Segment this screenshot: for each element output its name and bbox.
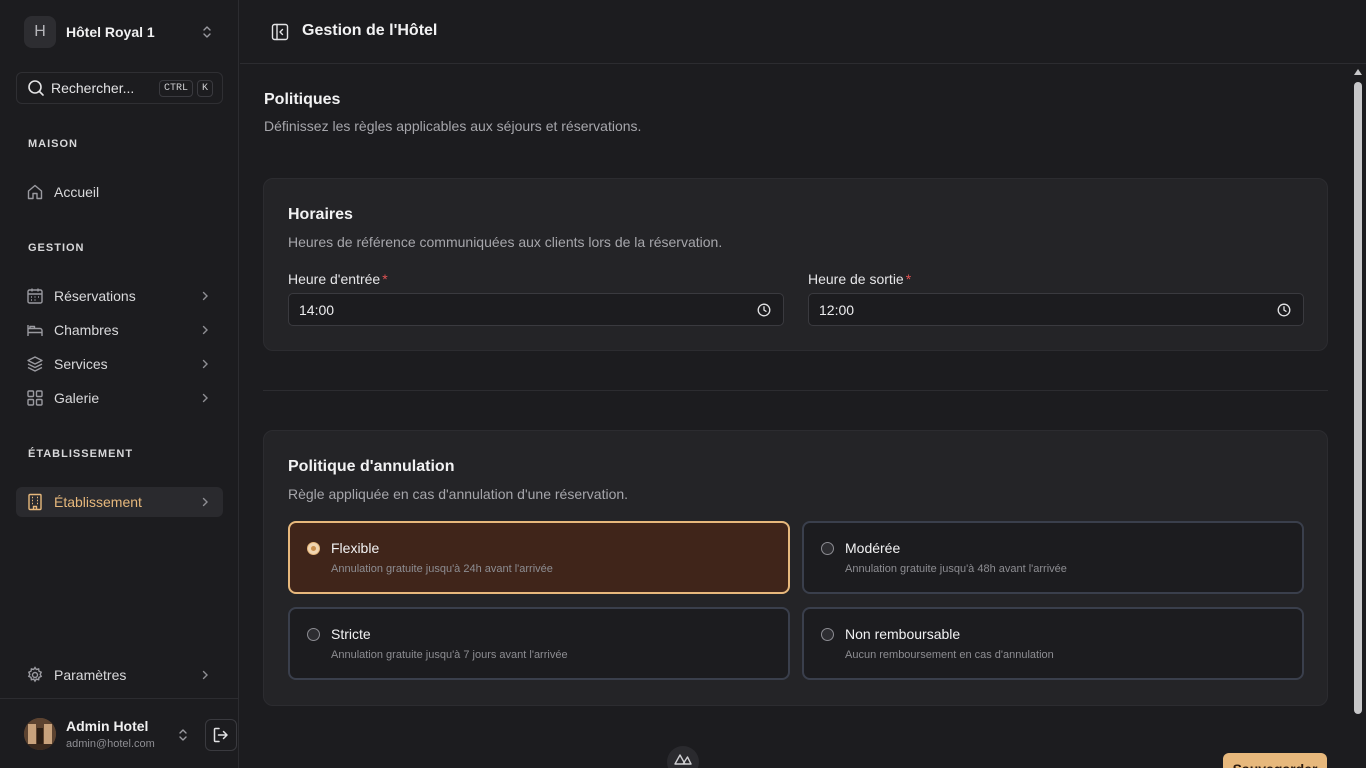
clock-icon[interactable] [757, 303, 771, 317]
user-name: Admin Hotel [66, 718, 149, 734]
clock-icon[interactable] [1277, 303, 1291, 317]
section-title-management: GESTION [28, 242, 85, 254]
search-button[interactable]: Rechercher... CTRL K [16, 72, 223, 104]
option-title: Stricte [331, 626, 371, 642]
sidebar-item-settings[interactable]: Paramètres [16, 660, 223, 690]
chevron-right-icon [202, 325, 208, 335]
hotel-avatar: H [24, 16, 56, 48]
section-title-home: MAISON [28, 138, 78, 150]
option-description: Annulation gratuite jusqu'à 48h avant l'… [845, 563, 1067, 575]
sidebar-item-label: Chambres [54, 322, 119, 338]
search-icon [28, 80, 44, 96]
logout-icon [213, 727, 228, 743]
card-title: Horaires [288, 206, 353, 223]
option-description: Aucun remboursement en cas d'annulation [845, 649, 1054, 661]
layers-icon [27, 356, 43, 372]
sidebar-item-gallery[interactable]: Galerie [16, 383, 223, 413]
page-title: Gestion de l'Hôtel [302, 22, 438, 39]
radio-button[interactable] [821, 542, 834, 555]
sidebar-item-label: Galerie [54, 390, 100, 406]
section-subtitle: Définissez les règles applicables aux sé… [264, 118, 642, 134]
chevrons-up-down-icon [203, 26, 211, 38]
scroll-thumb[interactable] [1354, 82, 1362, 714]
card-title: Politique d'annulation [288, 458, 455, 475]
chevron-right-icon [202, 497, 208, 507]
sidebar-item-establishment[interactable]: Établissement [16, 487, 223, 517]
header: Gestion de l'Hôtel [240, 0, 1366, 64]
shortcut-key-k: K [196, 79, 213, 97]
sidebar-item-reservations[interactable]: Réservations [16, 281, 223, 311]
cancellation-card: Politique d'annulation Règle appliquée e… [263, 430, 1328, 706]
sidebar: H Hôtel Royal 1 Rechercher... CTRL K MAI… [0, 0, 239, 768]
required-mark: * [382, 271, 388, 287]
save-button[interactable]: Sauvegarder [1223, 753, 1327, 768]
sidebar-item-services[interactable]: Services [16, 349, 223, 379]
section-title-establishment: ÉTABLISSEMENT [28, 448, 134, 460]
building-icon [28, 493, 42, 511]
search-label: Rechercher... [51, 80, 135, 96]
devtools-toggle[interactable] [667, 746, 699, 768]
scrollbar[interactable] [1350, 64, 1366, 768]
avatar [24, 718, 56, 750]
section-title: Politiques [264, 91, 341, 108]
user-menu[interactable]: Admin Hotel admin@hotel.com [0, 698, 239, 768]
policy-option-strict[interactable]: Stricte Annulation gratuite jusqu'à 7 jo… [288, 607, 790, 680]
radio-button[interactable] [307, 542, 320, 555]
card-subtitle: Heures de référence communiquées aux cli… [288, 234, 723, 250]
checkin-time-input[interactable]: 14:00 [288, 293, 784, 326]
chevron-right-icon [202, 670, 208, 680]
option-title: Non remboursable [845, 626, 961, 642]
nuxt-logo-icon [674, 754, 692, 765]
sidebar-item-label: Accueil [54, 184, 100, 200]
hours-card: Horaires Heures de référence communiquée… [263, 178, 1328, 351]
chevron-right-icon [202, 359, 208, 369]
sidebar-collapse-icon[interactable] [271, 23, 289, 41]
radio-button[interactable] [821, 628, 834, 641]
policy-option-flexible[interactable]: Flexible Annulation gratuite jusqu'à 24h… [288, 521, 790, 594]
checkin-label-text: Heure d'entrée [288, 271, 381, 287]
sidebar-item-label: Établissement [54, 494, 142, 510]
sidebar-item-label: Paramètres [54, 667, 127, 683]
scroll-up-arrow[interactable] [1354, 69, 1362, 75]
option-description: Annulation gratuite jusqu'à 7 jours avan… [331, 649, 568, 661]
option-title: Modérée [845, 540, 901, 556]
bed-icon [27, 325, 43, 336]
checkin-label: Heure d'entrée * [288, 271, 388, 287]
chevron-right-icon [202, 393, 208, 403]
hotel-switcher[interactable]: H Hôtel Royal 1 [16, 12, 223, 52]
checkout-time-input[interactable]: 12:00 [808, 293, 1304, 326]
checkin-time-value: 14:00 [299, 301, 335, 318]
gear-icon [27, 666, 43, 683]
logout-button[interactable] [205, 719, 237, 751]
chevron-right-icon [202, 291, 208, 301]
main-content: Politiques Définissez les règles applica… [240, 64, 1350, 768]
checkout-label: Heure de sortie * [808, 271, 911, 287]
sidebar-item-label: Réservations [54, 288, 136, 304]
card-subtitle: Règle appliquée en cas d'annulation d'un… [288, 486, 629, 502]
option-title: Flexible [331, 540, 380, 556]
home-icon [27, 184, 43, 200]
required-mark: * [905, 271, 912, 287]
grid-icon [27, 390, 43, 406]
divider [263, 390, 1328, 391]
calendar-icon [27, 288, 43, 304]
radio-button[interactable] [307, 628, 320, 641]
checkout-label-text: Heure de sortie [808, 271, 904, 287]
checkout-time-value: 12:00 [819, 301, 855, 318]
option-description: Annulation gratuite jusqu'à 24h avant l'… [331, 563, 553, 575]
avatar-image [24, 718, 56, 750]
sidebar-item-home[interactable]: Accueil [16, 177, 223, 207]
chevrons-up-down-icon [179, 729, 187, 741]
hotel-name: Hôtel Royal 1 [66, 24, 155, 40]
policy-option-non-refundable[interactable]: Non remboursable Aucun remboursement en … [802, 607, 1304, 680]
policy-option-moderate[interactable]: Modérée Annulation gratuite jusqu'à 48h … [802, 521, 1304, 594]
user-email: admin@hotel.com [66, 738, 155, 750]
shortcut-key-ctrl: CTRL [158, 79, 193, 97]
sidebar-item-label: Services [54, 356, 108, 372]
sidebar-item-rooms[interactable]: Chambres [16, 315, 223, 345]
